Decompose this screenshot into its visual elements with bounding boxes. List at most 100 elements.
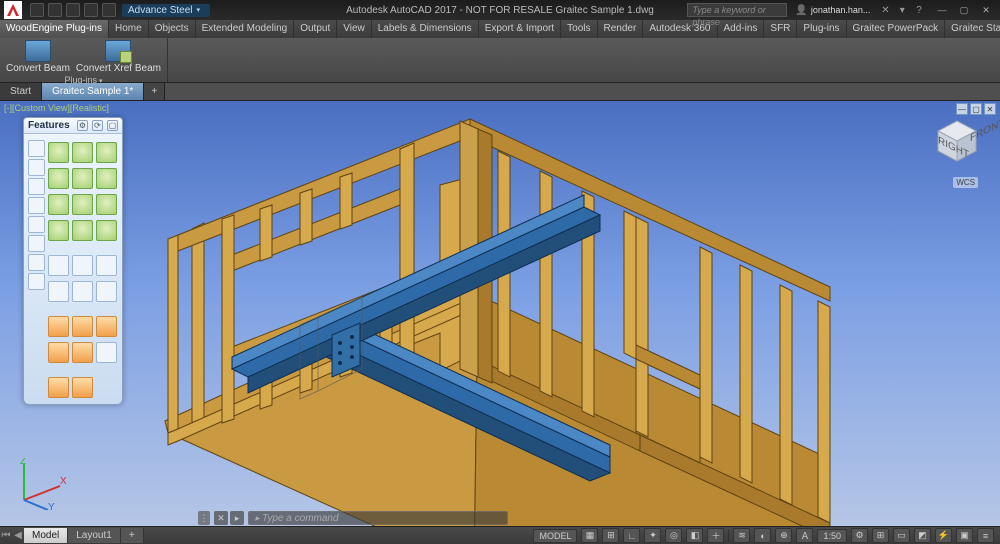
feat-w5[interactable] <box>72 281 93 302</box>
palette-close-icon[interactable]: ▢ <box>107 120 118 131</box>
feat-g6[interactable] <box>96 168 117 189</box>
status-polar-icon[interactable]: ✦ <box>644 528 661 543</box>
status-ortho-icon[interactable]: ∟ <box>623 528 640 543</box>
feat-g9[interactable] <box>96 194 117 215</box>
status-grid-icon[interactable]: ▦ <box>581 528 598 543</box>
ribbon-tab-view[interactable]: View <box>337 20 372 38</box>
tool-dup-icon[interactable] <box>28 235 45 252</box>
status-isolate-icon[interactable]: ◩ <box>914 528 931 543</box>
feat-g2[interactable] <box>72 142 93 163</box>
status-hardware-icon[interactable]: ⚡ <box>935 528 952 543</box>
feat-r1[interactable] <box>48 377 69 398</box>
command-input[interactable]: ▸ Type a command <box>248 511 508 525</box>
module-switcher[interactable]: Advance Steel <box>122 4 210 17</box>
feat-o1[interactable] <box>48 316 69 337</box>
minimize-button[interactable]: — <box>932 3 952 17</box>
feat-g7[interactable] <box>48 194 69 215</box>
stayconnected-icon[interactable]: ▾ <box>895 3 909 17</box>
qat-undo-icon[interactable] <box>84 3 98 17</box>
tool-select-icon[interactable] <box>28 159 45 176</box>
maximize-button[interactable]: ▢ <box>954 3 974 17</box>
feat-g10[interactable] <box>48 220 69 241</box>
ribbon-tab-extended-modeling[interactable]: Extended Modeling <box>196 20 295 38</box>
signed-in-user[interactable]: jonathan.han... <box>789 5 876 16</box>
qat-redo-icon[interactable] <box>102 3 116 17</box>
qat-open-icon[interactable] <box>48 3 62 17</box>
command-line-grip-icon[interactable]: ⋮ <box>198 511 210 525</box>
status-3dosnap-icon[interactable]: ◧ <box>686 528 703 543</box>
ribbon-tab-graitec-stairs-and-railings[interactable]: Graitec Stairs and Railings <box>945 20 1000 38</box>
feat-w4[interactable] <box>48 281 69 302</box>
ribbon-tab-graitec-powerpack[interactable]: Graitec PowerPack <box>847 20 946 38</box>
feat-r2[interactable] <box>72 377 93 398</box>
feat-o3[interactable] <box>96 316 117 337</box>
feat-o6[interactable] <box>96 342 117 363</box>
status-lineweight-icon[interactable]: ≋ <box>733 528 750 543</box>
app-logo[interactable] <box>4 1 22 19</box>
feat-g12[interactable] <box>96 220 117 241</box>
tool-edit-icon[interactable] <box>28 197 45 214</box>
wcs-label[interactable]: WCS <box>953 177 978 188</box>
feat-w6[interactable] <box>96 281 117 302</box>
status-customize-icon[interactable]: ≡ <box>977 528 994 543</box>
feat-w3[interactable] <box>96 255 117 276</box>
layout-nav-prev-icon[interactable]: ◀ <box>12 530 24 541</box>
feat-g8[interactable] <box>72 194 93 215</box>
ribbon-tab-add-ins[interactable]: Add-ins <box>718 20 765 38</box>
layout-tab-model[interactable]: Model <box>24 528 68 543</box>
drawing-tab-start[interactable]: Start <box>0 83 42 100</box>
status-gear-icon[interactable]: ⚙ <box>851 528 868 543</box>
exchange-icon[interactable]: ✕ <box>878 3 892 17</box>
ribbon-tab-objects[interactable]: Objects <box>149 20 196 38</box>
ribbon-tab-home[interactable]: Home <box>109 20 149 38</box>
status-transparency-icon[interactable]: ◐ <box>754 528 771 543</box>
status-modelspace[interactable]: MODEL <box>533 529 577 543</box>
feat-g11[interactable] <box>72 220 93 241</box>
help-icon[interactable]: ? <box>912 3 926 17</box>
layout-tab-new[interactable]: + <box>121 528 144 543</box>
tool-line-icon[interactable] <box>28 178 45 195</box>
tool-misc-icon[interactable] <box>28 254 45 271</box>
layout-nav-first-icon[interactable]: ⏮ <box>0 530 12 541</box>
palette-header[interactable]: Features ⚙ ⟳ ▢ <box>24 118 122 134</box>
feat-g3[interactable] <box>96 142 117 163</box>
view-cube[interactable]: RIGHT FRONT <box>934 117 980 163</box>
ribbon-tab-export-import[interactable]: Export & Import <box>479 20 561 38</box>
drawing-tab-graitec-sample-1-[interactable]: Graitec Sample 1* <box>42 83 144 100</box>
feat-g4[interactable] <box>48 168 69 189</box>
feat-g1[interactable] <box>48 142 69 163</box>
qat-save-icon[interactable] <box>66 3 80 17</box>
drawing-tab-new[interactable]: + <box>144 83 165 100</box>
tool-pointer-icon[interactable] <box>28 140 45 157</box>
feat-o2[interactable] <box>72 316 93 337</box>
status-workspace-icon[interactable]: ⊞ <box>872 528 889 543</box>
help-search-input[interactable]: Type a keyword or phrase <box>687 3 787 17</box>
feat-o5[interactable] <box>72 342 93 363</box>
status-snap-icon[interactable]: ⊞ <box>602 528 619 543</box>
status-cleanscreen-icon[interactable]: ▣ <box>956 528 973 543</box>
ribbon-tab-plug-ins[interactable]: Plug-ins <box>797 20 846 38</box>
status-scale[interactable]: 1:50 <box>817 529 847 543</box>
ribbon-tab-output[interactable]: Output <box>294 20 337 38</box>
cmd-recent-icon[interactable]: ▸ <box>230 511 244 525</box>
feat-w1[interactable] <box>48 255 69 276</box>
model-viewport[interactable]: [-][Custom View][Realistic] — ▢ ✕ <box>0 101 1000 526</box>
ribbon-tab-render[interactable]: Render <box>598 20 644 38</box>
features-palette[interactable]: Features ⚙ ⟳ ▢ <box>23 117 123 405</box>
status-cycling-icon[interactable]: ⊕ <box>775 528 792 543</box>
status-monitor-icon[interactable]: ▭ <box>893 528 910 543</box>
status-osnap-icon[interactable]: ◎ <box>665 528 682 543</box>
convert-beam-button[interactable]: Convert Beam <box>6 40 70 74</box>
layout-tab-layout1[interactable]: Layout1 <box>68 528 121 543</box>
cmd-history-icon[interactable]: ✕ <box>214 511 228 525</box>
palette-settings-icon[interactable]: ⚙ <box>77 120 88 131</box>
palette-refresh-icon[interactable]: ⟳ <box>92 120 103 131</box>
status-annotation-icon[interactable]: Ａ <box>796 528 813 543</box>
ribbon-tab-tools[interactable]: Tools <box>561 20 597 38</box>
feat-g5[interactable] <box>72 168 93 189</box>
ribbon-tab-sfr[interactable]: SFR <box>764 20 797 38</box>
status-dynamic-icon[interactable]: ＋ <box>707 528 724 543</box>
ribbon-tab-woodengine-plug-ins[interactable]: WoodEngine Plug-ins <box>0 20 109 38</box>
ribbon-tab-labels-dimensions[interactable]: Labels & Dimensions <box>372 20 479 38</box>
qat-new-icon[interactable] <box>30 3 44 17</box>
